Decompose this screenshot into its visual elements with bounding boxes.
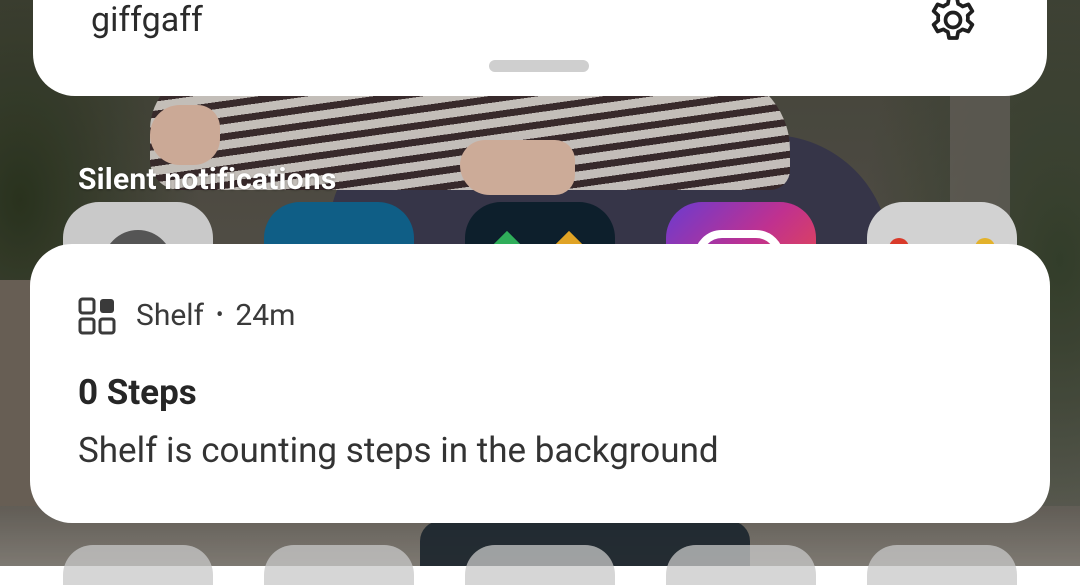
shelf-grid-icon	[78, 297, 116, 335]
quick-settings-panel[interactable]: giffgaff	[33, 0, 1047, 96]
peeking-app-icon[interactable]	[465, 545, 615, 585]
shelf-notification-card[interactable]: Shelf • 24m 0 Steps Shelf is counting st…	[30, 244, 1050, 523]
notification-app-name: Shelf	[136, 298, 204, 333]
peeking-app-icon[interactable]	[867, 545, 1017, 585]
notification-body: Shelf is counting steps in the backgroun…	[78, 430, 719, 471]
peeking-app-icon[interactable]	[63, 545, 213, 585]
notification-time: 24m	[235, 298, 296, 333]
peeking-app-icon[interactable]	[264, 545, 414, 585]
carrier-name: giffgaff	[91, 0, 203, 40]
notification-title: 0 Steps	[78, 372, 197, 413]
more-notification-icons	[0, 545, 1080, 585]
header-separator: •	[215, 303, 224, 328]
silent-notifications-heading: Silent notifications	[78, 162, 337, 197]
peeking-app-icon[interactable]	[666, 545, 816, 585]
panel-drag-handle[interactable]	[489, 60, 589, 72]
settings-gear-icon[interactable]	[925, 0, 981, 48]
notification-header: Shelf • 24m	[78, 296, 295, 336]
